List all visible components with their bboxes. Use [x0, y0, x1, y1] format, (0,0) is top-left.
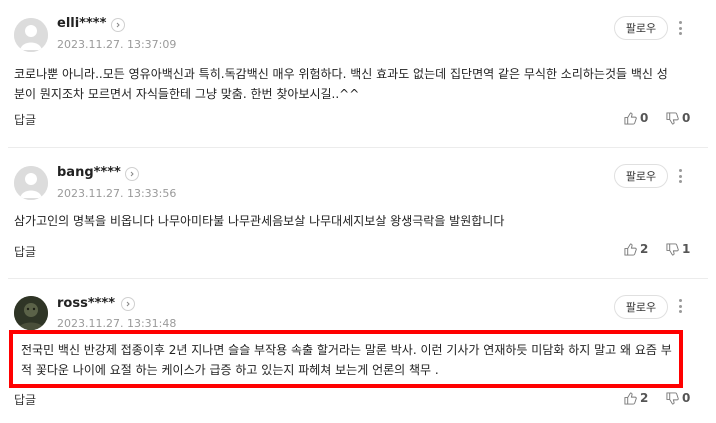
like-button[interactable]: 0 — [624, 111, 648, 125]
comment-divider — [8, 147, 708, 148]
comment-date: 2023.11.27. 13:31:48 — [57, 317, 177, 330]
thumbs-up-icon — [624, 242, 637, 256]
follow-button[interactable]: 팔로우 — [614, 295, 668, 319]
comment-divider — [8, 278, 708, 279]
thumbs-down-icon — [666, 111, 679, 125]
like-button[interactable]: 2 — [624, 391, 648, 405]
like-count: 2 — [640, 242, 649, 256]
like-count: 2 — [640, 391, 649, 405]
comment-nickname[interactable]: bang**** — [57, 165, 121, 180]
thumbs-down-icon — [666, 391, 679, 405]
more-icon[interactable] — [675, 296, 685, 316]
avatar-icon — [14, 166, 48, 200]
avatar[interactable] — [14, 296, 48, 330]
avatar[interactable] — [14, 166, 48, 200]
comment-nickname[interactable]: elli**** — [57, 16, 106, 31]
more-icon[interactable] — [675, 166, 685, 186]
comment-text: 코로나뿐 아니라..모든 영유아백신과 특히.독감백신 매우 위험하다. 백신 … — [14, 67, 668, 101]
avatar-icon — [14, 18, 48, 52]
profile-link-button[interactable] — [121, 297, 135, 311]
avatar[interactable] — [14, 18, 48, 52]
dislike-count: 1 — [682, 242, 691, 256]
dislike-count: 0 — [682, 391, 691, 405]
comment-date: 2023.11.27. 13:33:56 — [57, 187, 177, 200]
chevron-right-icon — [116, 22, 120, 28]
follow-button[interactable]: 팔로우 — [614, 164, 668, 188]
reply-button[interactable]: 답글 — [14, 391, 36, 408]
highlight-box — [9, 330, 683, 388]
more-icon[interactable] — [675, 18, 685, 38]
follow-button[interactable]: 팔로우 — [614, 16, 668, 40]
thumbs-down-icon — [666, 242, 679, 256]
dislike-button[interactable]: 1 — [666, 242, 690, 256]
comment-text: 삼가고인의 명복을 비옵니다 나무아미타불 나무관세음보살 나무대세지보살 왕생… — [14, 214, 505, 228]
dislike-button[interactable]: 0 — [666, 111, 690, 125]
profile-link-button[interactable] — [111, 18, 125, 32]
reply-button[interactable]: 답글 — [14, 243, 36, 260]
chevron-right-icon — [130, 171, 134, 177]
chevron-right-icon — [126, 301, 130, 307]
comment-nickname[interactable]: ross**** — [57, 296, 115, 311]
profile-link-button[interactable] — [125, 167, 139, 181]
thumbs-up-icon — [624, 391, 637, 405]
avatar-icon — [14, 296, 48, 330]
thumbs-up-icon — [624, 111, 637, 125]
reply-button[interactable]: 답글 — [14, 111, 36, 128]
comment-date: 2023.11.27. 13:37:09 — [57, 38, 177, 51]
dislike-count: 0 — [682, 111, 691, 125]
like-count: 0 — [640, 111, 649, 125]
dislike-button[interactable]: 0 — [666, 391, 690, 405]
like-button[interactable]: 2 — [624, 242, 648, 256]
